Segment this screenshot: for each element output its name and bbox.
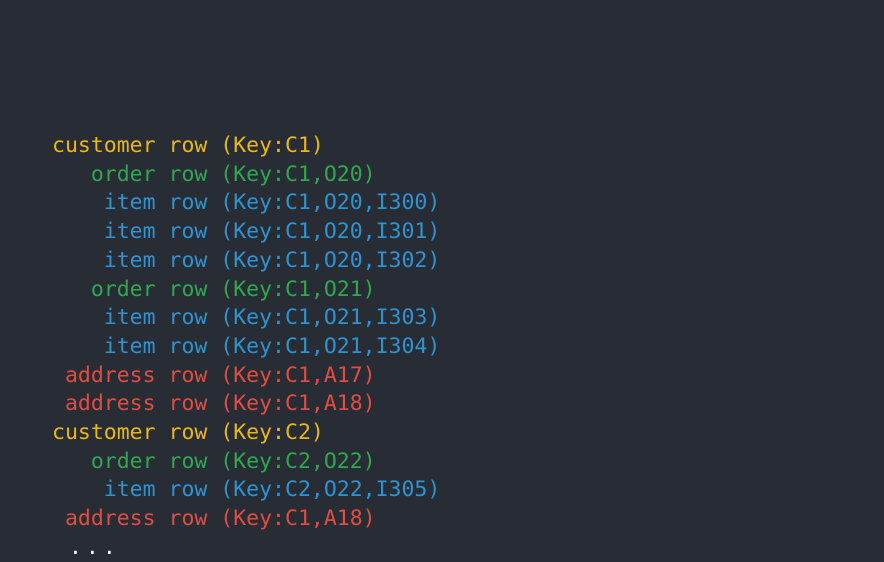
listing-row-item: item row (Key:C1,O20,I300) (52, 190, 441, 216)
listing-row-item: item row (Key:C2,O22,I305) (52, 477, 441, 503)
listing-row-address: address row (Key:C1,A18) (52, 391, 376, 417)
listing-row-customer: customer row (Key:C1) (52, 133, 324, 159)
listing-row-customer: customer row (Key:C2) (52, 419, 324, 445)
listing-row-item: item row (Key:C1,O21,I303) (52, 305, 441, 331)
row-key-listing: customer row (Key:C1) order row (Key:C1,… (52, 46, 440, 562)
listing-row-item: item row (Key:C1,O20,I302) (52, 247, 441, 273)
listing-row-item: item row (Key:C1,O21,I304) (52, 333, 441, 359)
listing-continuation-ellipsis: ... (52, 534, 120, 560)
code-listing-panel: customer row (Key:C1) order row (Key:C1,… (0, 0, 884, 560)
listing-row-item: item row (Key:C1,O20,I301) (52, 219, 441, 245)
listing-row-order: order row (Key:C1,O20) (52, 161, 376, 187)
listing-row-address: address row (Key:C1,A18) (52, 506, 376, 532)
listing-row-order: order row (Key:C2,O22) (52, 448, 376, 474)
listing-row-order: order row (Key:C1,O21) (52, 276, 376, 302)
listing-row-address: address row (Key:C1,A17) (52, 362, 376, 388)
